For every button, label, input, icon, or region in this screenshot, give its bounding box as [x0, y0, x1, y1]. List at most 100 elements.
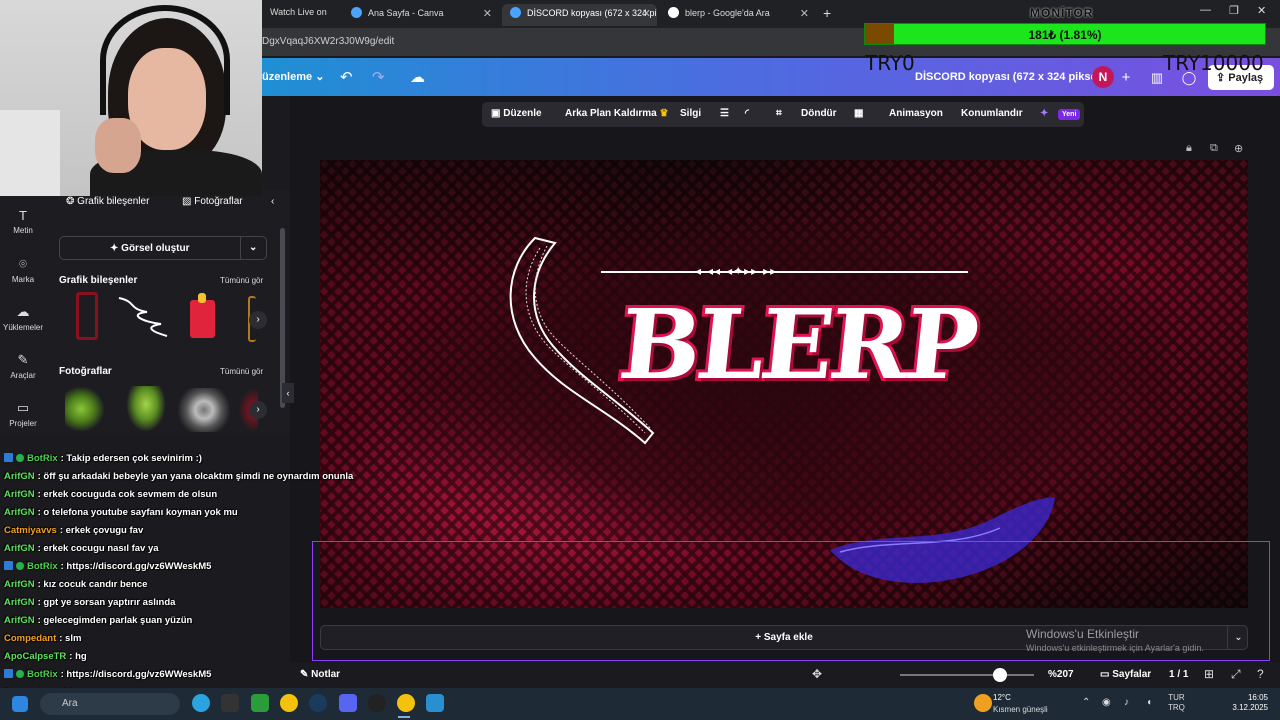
tab-photos[interactable]: ▨ Fotoğraflar [182, 196, 243, 207]
chat-username[interactable]: ArifGN [4, 615, 35, 626]
zoom-value[interactable]: %207 [1048, 669, 1074, 680]
rail-item-projects[interactable]: ▭ Projeler [0, 400, 46, 428]
rotate-button[interactable]: Döndür [801, 108, 837, 119]
chevron-down-icon[interactable]: ⌄ [249, 242, 257, 253]
rail-item-uploads[interactable]: ☁ Yüklemeler [0, 304, 46, 332]
magic-icon[interactable]: ✦ [1040, 108, 1048, 119]
chat-username[interactable]: BotRix [27, 453, 58, 464]
weather-icon[interactable] [974, 694, 992, 712]
taskbar-search[interactable]: Ara [40, 693, 180, 715]
rail-item-brand[interactable]: ⌾ Marka [0, 256, 46, 284]
speaker-icon[interactable]: ◖ [1146, 697, 1152, 708]
undo-icon[interactable]: ↶ [340, 68, 353, 86]
chevron-up-icon[interactable]: ⌃ [1082, 697, 1090, 708]
pages-button[interactable]: ▭ Sayfalar [1100, 669, 1151, 680]
grid-view-icon[interactable]: ⊞ [1204, 667, 1214, 681]
restore-icon[interactable]: ❐ [1229, 4, 1239, 17]
goal-min-label: TRY0 [865, 51, 915, 75]
avatar[interactable]: N [1092, 66, 1114, 88]
xbox-icon[interactable] [251, 694, 269, 712]
chat-username[interactable]: ArifGN [4, 543, 35, 554]
photo-thumb[interactable] [126, 386, 166, 432]
edit-menu-button[interactable]: üzenleme ⌄ [262, 70, 324, 83]
graphic-thumb[interactable] [76, 292, 98, 340]
chat-username[interactable]: BotRix [27, 669, 58, 680]
discord-icon[interactable] [339, 694, 357, 712]
document-title[interactable]: DİSCORD kopyası (672 x 324 piksel) [915, 71, 1103, 83]
photo-thumb[interactable] [65, 386, 105, 432]
chat-username[interactable]: ApoCalpseTR [4, 651, 66, 662]
chat-username[interactable]: Compedant [4, 633, 56, 644]
file-app-icon[interactable] [426, 694, 444, 712]
close-icon[interactable]: ✕ [483, 7, 492, 20]
chat-username[interactable]: BotRix [27, 561, 58, 572]
chevron-right-icon[interactable]: › [249, 401, 267, 419]
tab-ana-sayfa[interactable]: Ana Sayfa - Canva ✕ [343, 4, 498, 26]
bg-remove-button[interactable]: Arka Plan Kaldırma ♛ [565, 108, 668, 119]
chrome-icon[interactable] [280, 694, 298, 712]
see-all-graphics-link[interactable]: Tümünü gör [220, 276, 263, 285]
animate-button[interactable]: Animasyon [889, 108, 943, 119]
language-indicator[interactable]: TUR TRQ [1168, 693, 1185, 713]
lock-icon[interactable]: 🔒︎ [1186, 142, 1192, 155]
obs-icon[interactable] [368, 694, 386, 712]
chat-text: : https://discord.gg/vz6WWeskM5 [60, 669, 212, 680]
graphic-thumb[interactable] [190, 300, 215, 338]
redo-icon[interactable]: ↷ [372, 68, 385, 86]
chat-username[interactable]: ArifGN [4, 507, 35, 518]
crop-icon[interactable]: ⌗ [776, 108, 782, 119]
zoom-slider[interactable] [900, 674, 1034, 676]
see-all-photos-link[interactable]: Tümünü gör [220, 367, 263, 376]
chevron-down-icon[interactable]: ⌄ [1227, 626, 1249, 649]
add-page-icon[interactable]: ⊕ [1234, 142, 1243, 155]
network-icon[interactable]: ◉ [1102, 697, 1111, 708]
microphone-icon[interactable]: ♪ [1124, 697, 1129, 708]
graphic-thumb[interactable] [117, 294, 169, 338]
position-button[interactable]: Konumlandır [961, 108, 1023, 119]
chat-message: Compedant: slm [4, 633, 81, 644]
close-icon[interactable]: ✕ [642, 7, 651, 20]
help-icon[interactable]: ? [1257, 667, 1264, 681]
windows-start-icon[interactable] [12, 696, 28, 712]
system-clock[interactable]: 16:05 3.12.2025 [1218, 693, 1268, 713]
plus-icon[interactable]: + [1115, 67, 1137, 89]
photo-thumb[interactable] [176, 388, 232, 432]
collapse-panel-button[interactable]: ‹ [282, 383, 294, 403]
rail-item-tools[interactable]: ✎ Araçlar [0, 352, 46, 380]
rail-item-text[interactable]: T Metin [0, 208, 46, 235]
chat-username[interactable]: ArifGN [4, 489, 35, 500]
tab-blerp-google[interactable]: blerp - Google'da Ara ✕ [660, 4, 815, 26]
fullscreen-icon[interactable]: ⤢ [1231, 667, 1241, 682]
generate-image-button[interactable]: ✦ Görsel oluştur ⌄ [59, 236, 267, 260]
donation-progress-text: 181₺ (1.81%) [1028, 28, 1102, 42]
panel-scrollbar[interactable] [280, 228, 285, 408]
steam-icon[interactable] [309, 694, 327, 712]
chrome-active-icon[interactable] [397, 694, 415, 712]
lines-icon[interactable]: ☰ [720, 108, 729, 119]
cloud-save-icon[interactable]: ☁ [410, 68, 425, 86]
zoom-slider-handle[interactable] [993, 668, 1007, 682]
eraser-button[interactable]: Silgi [680, 108, 701, 119]
chevron-left-icon[interactable]: ‹ [271, 196, 274, 207]
transparency-icon[interactable]: ▦ [854, 108, 863, 119]
move-icon[interactable]: ✥ [812, 667, 822, 681]
close-icon[interactable]: ✕ [800, 7, 809, 20]
tab-graphics[interactable]: ❂ Grafik bileşenler [66, 196, 149, 207]
window-close-icon[interactable]: ✕ [1257, 4, 1266, 17]
design-title[interactable]: BLERP [611, 285, 983, 404]
chat-username[interactable]: ArifGN [4, 471, 35, 482]
url-field[interactable]: DgxVqaqJ6XW2r3J0W9g/edit [262, 36, 394, 47]
tab-watch-live[interactable]: Watch Live on [262, 4, 342, 26]
duplicate-icon[interactable]: ⧉ [1210, 142, 1218, 155]
chevron-right-icon[interactable]: › [249, 311, 267, 329]
chat-username[interactable]: ArifGN [4, 597, 35, 608]
edge-icon[interactable] [192, 694, 210, 712]
chat-username[interactable]: ArifGN [4, 579, 35, 590]
chat-username[interactable]: Catmiyavvs [4, 525, 57, 536]
minimize-icon[interactable]: — [1200, 4, 1211, 16]
tab-discord-kopyasi[interactable]: DİSCORD kopyası (672 x 324 pi ✕ [502, 4, 657, 26]
epic-games-icon[interactable] [221, 694, 239, 712]
corner-icon[interactable]: ◜ [745, 108, 749, 119]
new-tab-button[interactable]: + [823, 5, 831, 21]
edit-image-button[interactable]: ▣ Düzenle [491, 108, 542, 119]
